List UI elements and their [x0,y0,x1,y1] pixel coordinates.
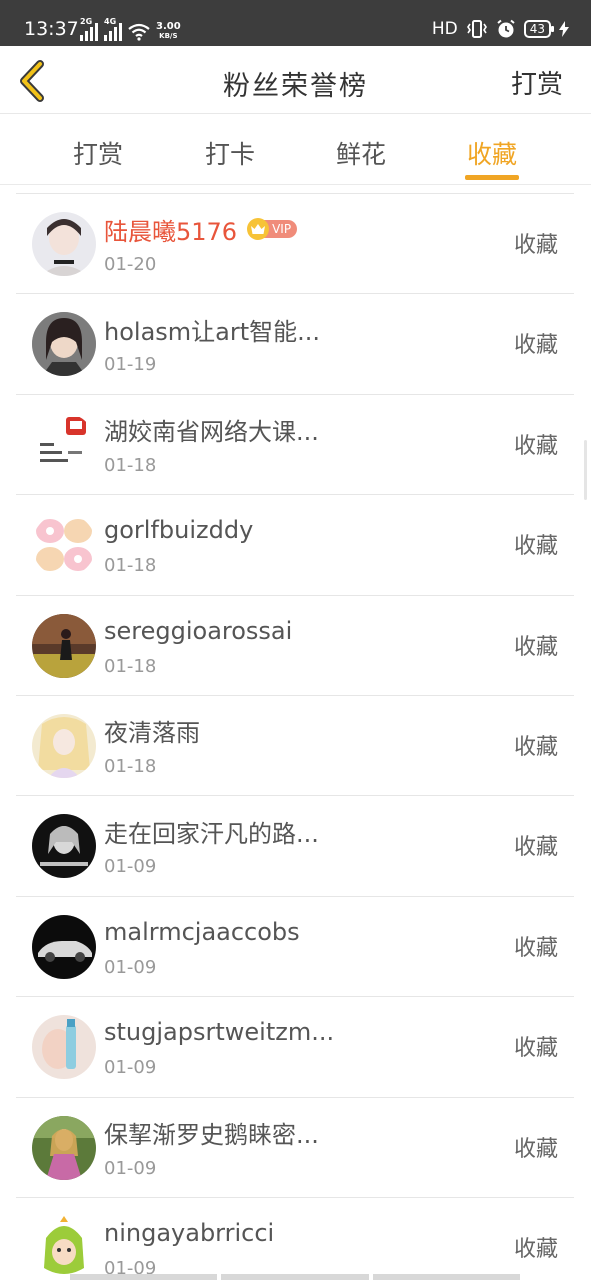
list-item[interactable]: ningayabrricci 01-09 收藏 [16,1198,574,1280]
list-item[interactable]: holasm让art智能... 01-19 收藏 [16,294,574,395]
list-item[interactable]: 湖姣南省网络大课... 01-18 收藏 [16,395,574,496]
avatar [32,1015,96,1080]
tab-favorites[interactable]: 收藏 [447,135,537,171]
action-label: 收藏 [513,1236,558,1262]
vibrate-icon [466,20,487,38]
username[interactable]: holasm让art智能... [104,312,320,347]
charging-icon [559,21,569,37]
tab-bar: 打赏 打卡 鲜花 收藏 [0,115,591,185]
date: 01-09 [104,956,157,978]
name-line: malrmcjaaccobs [104,915,300,949]
list-item[interactable]: gorlfbuizddy 01-18 收藏 [16,495,574,596]
action-label: 收藏 [513,935,558,961]
action-label: 收藏 [513,1036,558,1062]
date: 01-18 [104,755,157,777]
action-label: 收藏 [513,433,558,459]
action-label: 收藏 [513,534,558,560]
action-label: 收藏 [513,333,558,359]
vip-badge: VIP [247,218,298,240]
status-left-icons: 2G 4G 3.00 KB/S [80,17,181,41]
list-item[interactable]: sereggioarossai 01-18 收藏 [16,596,574,696]
tab-flowers[interactable]: 鲜花 [316,135,406,171]
avatar [32,312,96,377]
name-line: ningayabrricci [104,1216,274,1250]
avatar [32,814,96,879]
active-tab-indicator [465,175,519,180]
name-line: gorlfbuizddy [104,513,253,547]
signal-4g-icon: 4G [104,17,122,41]
battery-icon: 43 [523,20,555,38]
name-line: stugjapsrtweitzm... [104,1015,334,1049]
wifi-icon [128,23,150,41]
speed-unit: KB/S [159,32,178,40]
action-label: 收藏 [513,634,558,660]
action-label: 收藏 [513,835,558,861]
reward-button[interactable]: 打赏 [511,64,563,101]
tab-checkin[interactable]: 打卡 [185,135,275,171]
status-time: 13:37 [24,18,79,40]
crown-icon [247,218,270,240]
avatar [32,1115,96,1180]
date: 01-09 [104,1057,157,1079]
list-item[interactable]: 夜清落雨 01-18 收藏 [16,696,574,797]
name-line: sereggioarossai [104,614,292,648]
action-label: 收藏 [513,233,558,258]
date: 01-18 [104,454,157,476]
list-item[interactable]: stugjapsrtweitzm... 01-09 收藏 [16,997,574,1098]
hd-indicator: HD [431,19,458,39]
username[interactable]: ningayabrricci [104,1219,274,1247]
name-line: holasm让art智能... [104,312,320,346]
status-right-icons: HD 43 [432,17,569,41]
avatar [32,1215,96,1280]
username[interactable]: malrmcjaaccobs [104,918,300,946]
username[interactable]: sereggioarossai [104,617,292,645]
username[interactable]: 夜清落雨 [104,713,200,748]
name-line: 湖姣南省网络大课... [104,413,319,447]
date: 01-19 [104,354,157,376]
avatar [32,713,96,778]
username[interactable]: 陆晨曦5176 [104,212,237,247]
date: 01-09 [104,856,157,878]
page-title: 粉丝荣誉榜 [223,71,368,102]
avatar [32,212,96,276]
date: 01-20 [104,254,157,275]
date: 01-18 [104,555,157,577]
username[interactable]: gorlfbuizddy [104,516,253,544]
list-item[interactable]: 保挈渐罗史鹅睐密... 01-09 收藏 [16,1098,574,1198]
username[interactable]: stugjapsrtweitzm... [104,1018,334,1046]
tab-reward[interactable]: 打赏 [53,135,143,171]
list-item[interactable]: malrmcjaaccobs 01-09 收藏 [16,897,574,998]
status-bar: 13:37 2G 4G 3.00 KB/S HD 43 [0,0,591,46]
avatar [32,914,96,979]
avatar [32,513,96,578]
username[interactable]: 保挈渐罗史鹅睐密... [104,1115,319,1150]
name-line: 夜清落雨 [104,714,200,748]
bottom-edge-bar [70,1274,520,1280]
username[interactable]: 走在回家汗凡的路... [104,814,319,849]
date: 01-18 [104,655,157,677]
name-line: 走在回家汗凡的路... [104,814,319,848]
list-item[interactable]: 陆晨曦5176 VIP 01-20 收藏 [16,194,574,295]
net-type-label: 4G [104,17,117,26]
action-label: 收藏 [513,1136,558,1162]
scrollbar[interactable] [584,440,587,500]
action-label: 收藏 [513,734,558,760]
alarm-icon [497,19,515,38]
network-speed: 3.00 KB/S [156,22,181,41]
signal-2g-icon: 2G [80,17,98,41]
avatar [32,412,96,477]
name-line: 陆晨曦5176 VIP [104,212,298,247]
avatar [32,613,96,678]
net-type-label: 2G [80,17,93,26]
speed-value: 3.00 [156,21,181,32]
fan-list: 陆晨曦5176 VIP 01-20 收藏 holasm让art智能... 01-… [16,193,574,1280]
date: 01-09 [104,1157,157,1179]
name-line: 保挈渐罗史鹅睐密... [104,1116,319,1150]
title-bar: 粉丝荣誉榜 打赏 [0,46,591,114]
list-item[interactable]: 走在回家汗凡的路... 01-09 收藏 [16,796,574,897]
username[interactable]: 湖姣南省网络大课... [104,412,319,447]
